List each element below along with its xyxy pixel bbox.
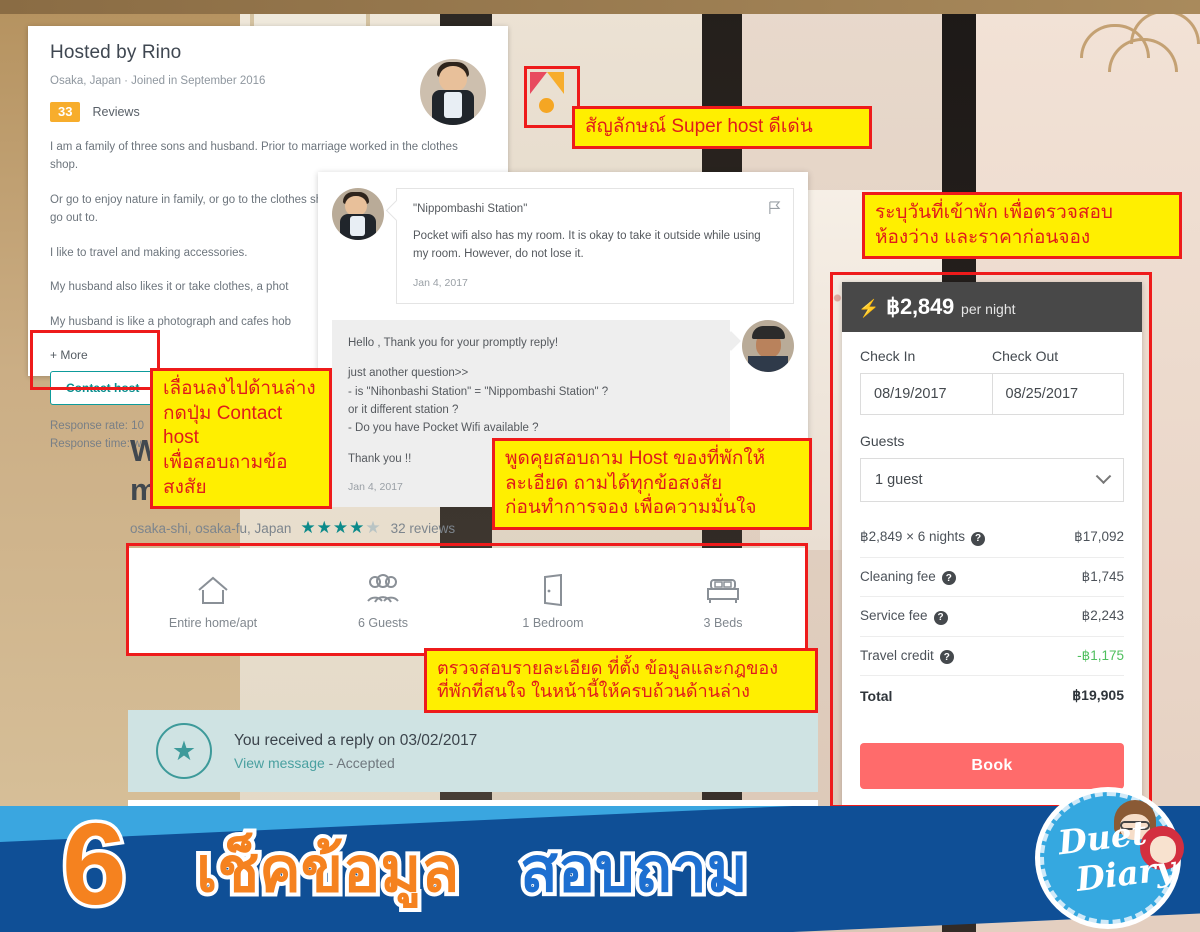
reply-notice: ★ You received a reply on 03/02/2017 Vie… (128, 710, 818, 792)
message-thread-card: "Nippombashi Station" Pocket wifi also h… (318, 172, 808, 508)
booking-price-header: ⚡ ฿2,849 per night (842, 282, 1142, 332)
amenity-guests: 6 Guests (298, 574, 468, 630)
annotation-superhost: สัญลักษณ์ Super host ดีเด่น (572, 106, 872, 149)
help-icon[interactable]: ? (933, 610, 948, 625)
duet-diary-logo: Duet Diary (1036, 788, 1184, 928)
price-row-total: Total ฿19,905 (860, 675, 1124, 715)
amenity-label: Entire home/apt (168, 616, 258, 630)
price-row-label: Travel credit (860, 647, 934, 663)
date-inputs-row: 08/19/2017 08/25/2017 (860, 373, 1124, 415)
price-row-label: Cleaning fee (860, 568, 936, 584)
banner-title-orange: เช็คข้อมูล (192, 836, 463, 906)
price-row-value: ฿17,092 (1074, 529, 1124, 545)
price-row-label: ฿2,849 × 6 nights (860, 529, 966, 544)
check-in-input[interactable]: 08/19/2017 (861, 374, 992, 414)
host-message-quote: "Nippombashi Station" (413, 203, 528, 215)
guest-message-line2: just another question>> (348, 367, 469, 380)
price-row-value: ฿2,243 (1081, 608, 1124, 624)
chevron-down-icon (1095, 467, 1112, 484)
host-message-date: Jan 4, 2017 (413, 276, 468, 289)
reply-notice-action: View message - Accepted (234, 755, 477, 771)
instant-book-bolt-icon: ⚡ (858, 299, 880, 318)
price-row: Service fee? ฿2,243 (860, 596, 1124, 636)
amenity-label: 6 Guests (357, 616, 409, 630)
price-breakdown: ฿2,849 × 6 nights? ฿17,092 Cleaning fee?… (860, 518, 1124, 715)
rating-stars: ★★★★★ (300, 518, 381, 538)
book-button[interactable]: Book (860, 743, 1124, 789)
guests-select[interactable]: 1 guest (860, 458, 1124, 502)
check-out-label: Check Out (992, 348, 1059, 364)
listing-subtitle-row: osaka-shi, osaka-fu, Japan ★★★★★ 32 revi… (130, 518, 455, 538)
annotation-checkin: ระบุวันที่เข้าพัก เพื่อตรวจสอบ ห้องว่าง … (862, 192, 1182, 260)
contact-host-button[interactable]: Contact host (50, 370, 156, 405)
booking-body: Check In Check Out 08/19/2017 08/25/2017… (842, 332, 1142, 729)
banner-title-blue: สอบถาม (516, 836, 752, 906)
amenity-beds: 3 Beds (638, 574, 808, 630)
message-host-avatar[interactable] (332, 188, 384, 240)
reply-notice-text: You received a reply on 03/02/2017 (234, 731, 478, 749)
amenity-entire-home: Entire home/apt (128, 574, 298, 630)
check-in-label: Check In (860, 348, 916, 364)
screenshot-root: Hosted by Rino Osaka, Japan · Joined in … (0, 0, 1200, 932)
help-icon[interactable]: ? (971, 531, 986, 546)
help-icon[interactable]: ? (939, 650, 954, 664)
help-icon[interactable]: ? (941, 571, 956, 585)
booking-per-night: per night (961, 301, 1016, 317)
listing-location: osaka-shi, osaka-fu, Japan (130, 520, 292, 536)
annotation-details: ตรวจสอบรายละเอียด ที่ตั้ง ข้อมูลและกฎของ… (424, 648, 818, 713)
door-icon (544, 574, 562, 606)
price-row: Travel credit? -฿1,175 (860, 635, 1124, 676)
host-reviews-badge: 33 (50, 102, 81, 123)
price-row: Cleaning fee? ฿1,745 (860, 556, 1124, 597)
bed-icon (707, 579, 739, 603)
booking-price: ฿2,849 (886, 294, 955, 319)
price-row-label: Service fee (860, 608, 928, 623)
house-icon (198, 576, 228, 604)
annotation-contact: เลื่อนลงไปด้านล่าง กดปุ่ม Contact host เ… (150, 368, 332, 510)
host-reviews-row: 33 Reviews (50, 102, 486, 123)
rating-star-half: ★ (365, 518, 382, 537)
message-guest-avatar[interactable] (742, 319, 794, 372)
date-labels-row: Check In Check Out (860, 348, 1124, 364)
guest-message-line1: Hello , Thank you for your promptly repl… (348, 336, 559, 349)
superhost-badge-icon (530, 72, 564, 120)
review-count[interactable]: 32 reviews (391, 521, 456, 536)
check-out-input[interactable]: 08/25/2017 (991, 374, 1124, 414)
guest-message-line5: - Do you have Pocket Wifi available ? (348, 422, 539, 435)
host-reviews-label: Reviews (92, 105, 140, 120)
guests-label: Guests (860, 433, 905, 449)
rating-stars-full: ★★★★ (300, 518, 366, 537)
banner-step-number: 6 (59, 799, 130, 929)
host-title: Hosted by Rino (50, 42, 182, 63)
annotation-chat: พูดคุยสอบถาม Host ของที่พักให้ ละเอียด ถ… (492, 438, 812, 531)
total-label: Total (860, 687, 893, 704)
price-row: ฿2,849 × 6 nights? ฿17,092 (860, 518, 1124, 557)
host-message-bubble: "Nippombashi Station" Pocket wifi also h… (396, 188, 794, 304)
guest-message-line4: or it different station ? (348, 403, 459, 416)
amenity-bedroom: 1 Bedroom (468, 574, 638, 630)
amenity-label: 1 Bedroom (522, 616, 584, 630)
host-paragraph-1: I am a family of three sons and husband.… (50, 141, 458, 172)
amenities-row: Entire home/apt 6 Guests 1 Bedroom 3 Bed… (128, 548, 808, 656)
host-avatar[interactable] (420, 59, 486, 125)
view-message-link[interactable]: View message (234, 755, 325, 771)
amenity-label: 3 Beds (703, 616, 743, 630)
host-message-row: "Nippombashi Station" Pocket wifi also h… (332, 188, 794, 304)
reply-status: Accepted (336, 754, 395, 771)
people-icon (367, 574, 399, 603)
guest-message-line3: - is "Nihonbashi Station" = "Nippombashi… (348, 385, 609, 398)
total-value: ฿19,905 (1072, 687, 1124, 703)
star-circle-icon: ★ (156, 723, 212, 779)
guests-value: 1 guest (875, 472, 923, 488)
reply-separator: - (324, 754, 337, 771)
price-row-value: ฿1,745 (1081, 568, 1124, 584)
price-row-value: -฿1,175 (1077, 647, 1124, 663)
host-message-body: Pocket wifi also has my room. It is okay… (413, 230, 761, 261)
booking-panel: ⚡ ฿2,849 per night Check In Check Out 08… (842, 282, 1142, 809)
flag-icon[interactable] (768, 201, 781, 215)
